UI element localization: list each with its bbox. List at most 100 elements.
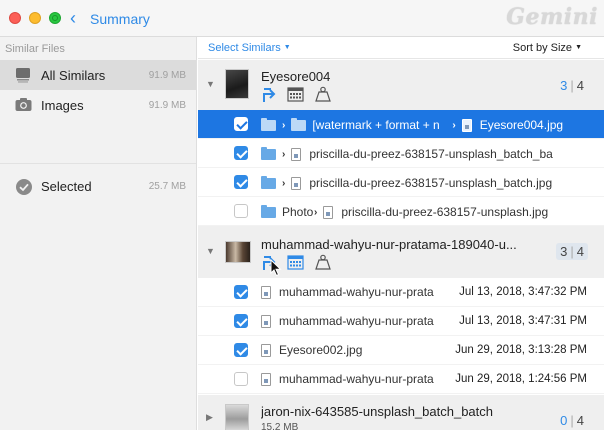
- file-icon: [291, 176, 302, 190]
- group-selected-count: 0: [560, 413, 568, 428]
- group-tools: [261, 86, 337, 104]
- file-name: priscilla-du-preez-638157-unsplash.jpg: [341, 205, 549, 219]
- file-name: priscilla-du-preez-638157-unsplash_batch…: [309, 147, 553, 161]
- sidebar-item-label: Selected: [41, 179, 92, 194]
- list-header: Select Similars ▼ Sort by Size ▼: [198, 37, 604, 59]
- calendar-icon[interactable]: [287, 254, 305, 275]
- file-row[interactable]: Eyesore002.jpg Jun 29, 2018, 3:13:28 PM: [198, 336, 604, 365]
- file-name-cell: Eyesore002.jpg: [261, 343, 434, 357]
- file-date: Jun 29, 2018, 3:13:28 PM: [455, 344, 587, 356]
- file-date: Jul 13, 2018, 3:47:32 PM: [459, 286, 587, 298]
- file-checkbox[interactable]: [234, 204, 248, 218]
- similar-group[interactable]: ▼ muhammad-wahyu-nur-pratama-189040-u...…: [198, 226, 604, 278]
- weight-icon[interactable]: [315, 86, 331, 107]
- sidebar-item-label: Images: [41, 98, 84, 113]
- file-name: muhammad-wahyu-nur-pratama: [279, 314, 434, 328]
- folder-icon: [291, 117, 307, 131]
- mouse-cursor-icon: [270, 259, 282, 277]
- group-name: Eyesore004: [261, 69, 331, 84]
- folder-icon: [261, 175, 276, 189]
- sidebar-item-all-similars[interactable]: All Similars 91.9 MB: [0, 60, 196, 90]
- group-total-count: 4: [576, 244, 584, 259]
- file-path: Photo › priscilla-du-preez-638157-unspla…: [261, 204, 581, 220]
- checkmark-circle-icon: [15, 178, 33, 201]
- file-path: › [watermark + format + n › Eyesore004.j…: [261, 117, 563, 133]
- similar-group[interactable]: ▶ jaron-nix-643585-unsplash_batch_batch …: [198, 395, 604, 430]
- file-checkbox[interactable]: [234, 146, 248, 160]
- sidebar-header: Similar Files: [5, 43, 65, 55]
- group-total-count: 4: [576, 78, 584, 93]
- group-count: 0 | 4: [560, 413, 584, 428]
- file-icon: [291, 147, 302, 161]
- window-title[interactable]: Summary: [90, 11, 150, 27]
- main-panel: Select Similars ▼ Sort by Size ▼ ▼ Eyesore…: [198, 37, 604, 430]
- file-name: Eyesore002.jpg: [279, 343, 363, 357]
- disclosure-triangle-icon[interactable]: ▼: [206, 246, 215, 256]
- file-row[interactable]: › priscilla-du-preez-638157-unsplash_bat…: [198, 168, 604, 197]
- path-arrow-icon: ›: [282, 119, 286, 131]
- group-size: 15.2 MB: [261, 422, 299, 430]
- file-checkbox[interactable]: [234, 372, 248, 386]
- file-date: Jun 29, 2018, 1:24:56 PM: [455, 373, 587, 385]
- file-name: Eyesore004.jpg: [479, 118, 564, 132]
- sort-dropdown[interactable]: Sort by Size ▼: [513, 42, 582, 54]
- file-icon: [261, 285, 271, 299]
- file-icon: [261, 372, 271, 386]
- sidebar-item-images[interactable]: Images 91.9 MB: [0, 90, 196, 120]
- group-count: 3 | 4: [560, 78, 584, 93]
- folder-icon: [261, 117, 276, 131]
- close-window-button[interactable]: [9, 12, 21, 24]
- file-checkbox[interactable]: [234, 117, 248, 131]
- calendar-icon[interactable]: [287, 86, 305, 107]
- file-row[interactable]: › priscilla-du-preez-638157-unsplash_bat…: [198, 139, 604, 168]
- group-count: 3 | 4: [556, 243, 588, 260]
- file-row[interactable]: Photo › priscilla-du-preez-638157-unspla…: [198, 197, 604, 226]
- group-selected-count: 3: [560, 244, 568, 259]
- group-thumbnail: [225, 404, 249, 430]
- group-name: jaron-nix-643585-unsplash_batch_batch: [261, 404, 493, 419]
- path-arrow-icon: ›: [282, 148, 286, 160]
- count-divider: |: [570, 244, 574, 259]
- file-checkbox[interactable]: [234, 343, 248, 357]
- file-name: muhammad-wahyu-nur-pratama: [279, 372, 434, 386]
- file-row[interactable]: muhammad-wahyu-nur-pratama Jun 29, 2018,…: [198, 365, 604, 394]
- camera-icon: [15, 97, 32, 117]
- file-path: › priscilla-du-preez-638157-unsplash_bat…: [261, 146, 569, 162]
- file-icon: [261, 314, 271, 328]
- similar-group[interactable]: ▼ Eyesore004 3 | 4: [198, 60, 604, 110]
- app-logo: Gemini: [506, 4, 598, 30]
- sidebar-item-size: 91.9 MB: [148, 70, 186, 81]
- sidebar-item-label: All Similars: [41, 68, 106, 83]
- file-name: muhammad-wahyu-nur-pratama: [279, 285, 434, 299]
- file-row[interactable]: muhammad-wahyu-nur-pratama Jul 13, 2018,…: [198, 307, 604, 336]
- file-icon: [461, 118, 472, 132]
- fullscreen-window-button[interactable]: [49, 12, 61, 24]
- file-row[interactable]: muhammad-wahyu-nur-pratama Jul 13, 2018,…: [198, 278, 604, 307]
- file-name-cell: muhammad-wahyu-nur-pratama: [261, 372, 434, 386]
- sidebar-item-selected[interactable]: Selected 25.7 MB: [0, 171, 196, 201]
- chevron-down-icon: ▼: [283, 44, 291, 51]
- sort-label: Sort by Size: [512, 42, 573, 54]
- folder-name: Photo: [282, 205, 314, 219]
- count-divider: |: [570, 78, 574, 93]
- file-path: › priscilla-du-preez-638157-unsplash_bat…: [261, 175, 579, 191]
- file-checkbox[interactable]: [234, 285, 248, 299]
- file-icon: [261, 343, 271, 357]
- file-icon: [323, 205, 334, 219]
- back-chevron-icon[interactable]: ‹: [70, 9, 76, 27]
- disclosure-triangle-icon[interactable]: ▼: [206, 79, 215, 89]
- minimize-window-button[interactable]: [29, 12, 41, 24]
- weight-icon[interactable]: [315, 254, 331, 275]
- use-as-original-icon[interactable]: [261, 86, 277, 108]
- select-similars-dropdown[interactable]: Select Similars ▼: [208, 42, 291, 54]
- disclosure-triangle-icon[interactable]: ▶: [206, 412, 213, 423]
- count-divider: |: [570, 413, 574, 428]
- file-name: priscilla-du-preez-638157-unsplash_batch…: [309, 176, 553, 190]
- sidebar-item-size: 91.9 MB: [148, 100, 186, 111]
- file-checkbox[interactable]: [234, 314, 248, 328]
- file-row[interactable]: › [watermark + format + n › Eyesore004.j…: [198, 110, 604, 139]
- file-checkbox[interactable]: [234, 175, 248, 189]
- chevron-down-icon: ▼: [575, 44, 582, 51]
- sidebar-item-size: 25.7 MB: [148, 181, 186, 192]
- path-arrow-icon: ›: [452, 119, 456, 131]
